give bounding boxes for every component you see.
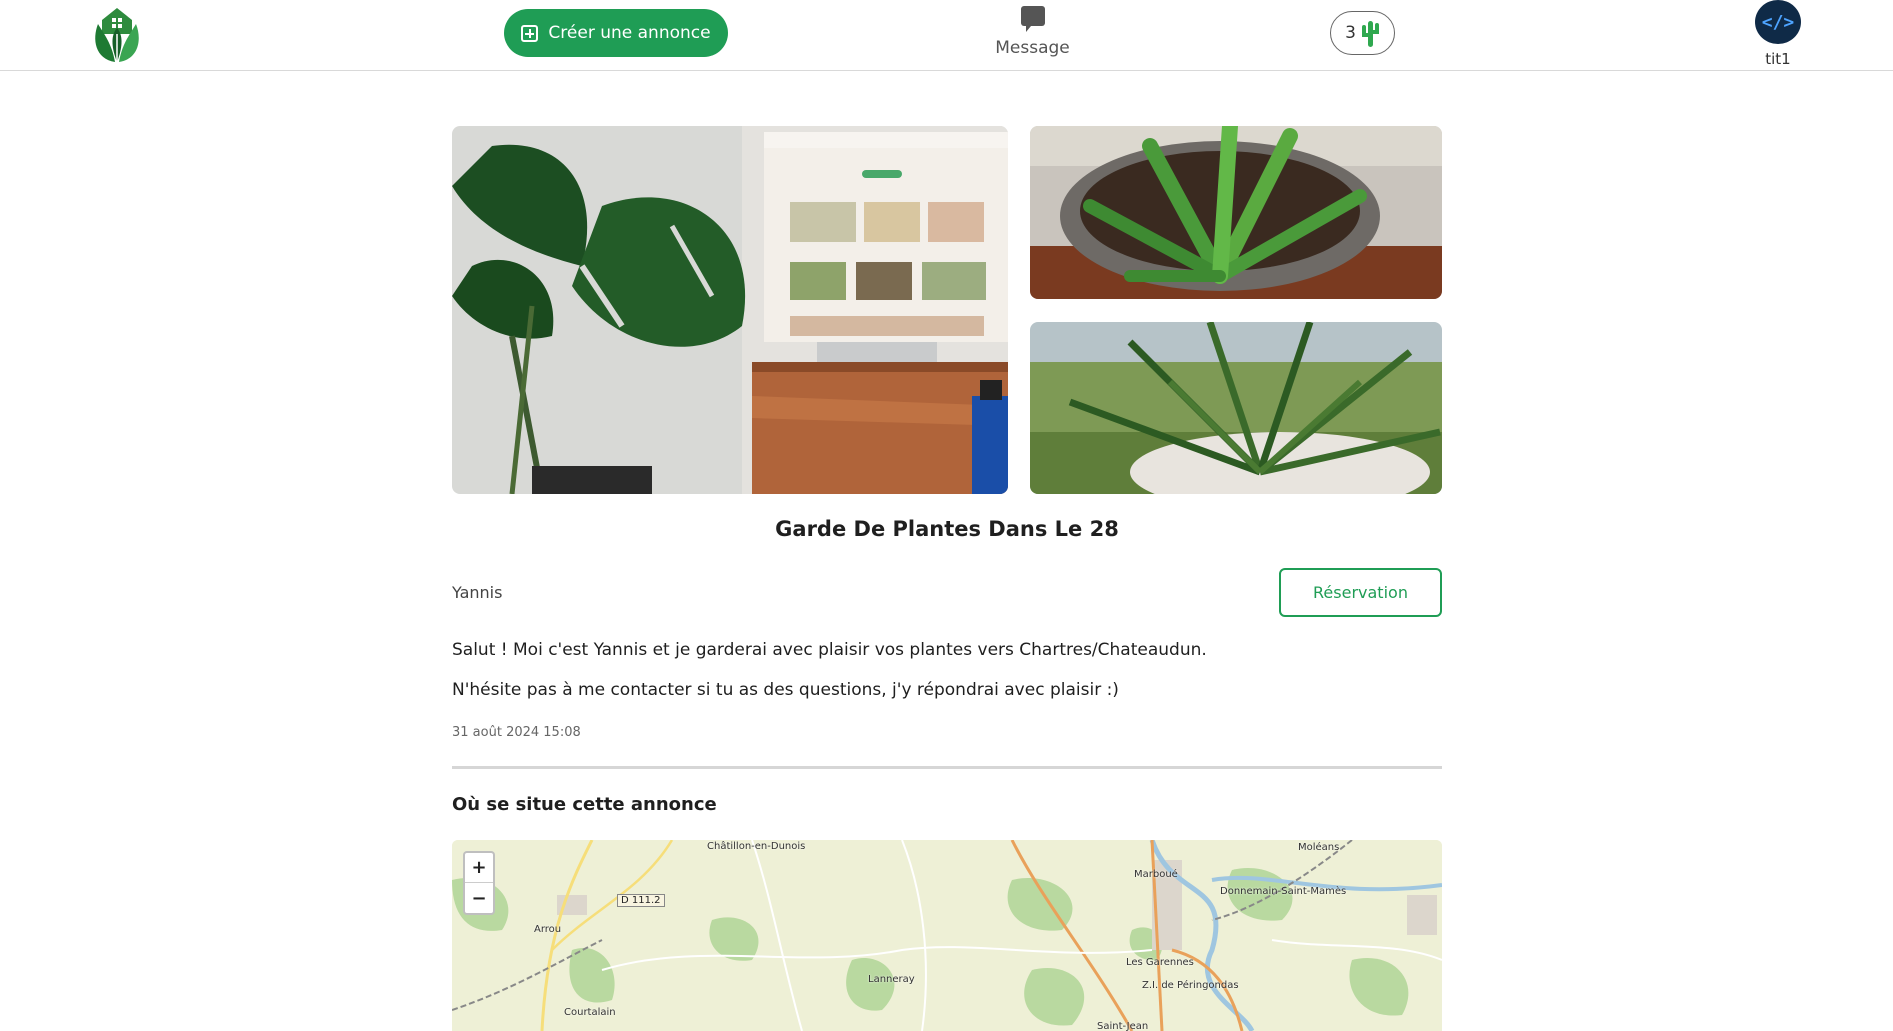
top-navbar: Créer une annonce Message 3 </> tit1 <box>0 0 1893 71</box>
leaf-house-logo[interactable] <box>90 4 144 64</box>
map-place-label: Châtillon-en-Dunois <box>707 841 806 852</box>
messages-link[interactable]: Message <box>985 4 1080 64</box>
listing-description-line: N'hésite pas à me contacter si tu as des… <box>452 680 1119 700</box>
reservation-button[interactable]: Réservation <box>1279 568 1442 617</box>
location-section-title: Où se situe cette annonce <box>452 794 717 815</box>
create-listing-button[interactable]: Créer une annonce <box>504 9 728 57</box>
map-place-label: Donnemain-Saint-Mamès <box>1220 886 1347 897</box>
map-place-label: Arrou <box>534 924 562 935</box>
map-place-label: Les Garennes <box>1126 957 1194 968</box>
location-map[interactable]: Châtillon-en-Dunois D 111.2 Arrou Courta… <box>452 840 1442 1031</box>
create-listing-label: Créer une annonce <box>548 23 711 43</box>
zoom-in-button[interactable]: + <box>465 853 493 883</box>
avatar: </> <box>1755 0 1801 44</box>
points-count: 3 <box>1345 23 1356 43</box>
points-badge[interactable]: 3 <box>1330 11 1395 55</box>
map-place-label: Z.I. de Péringondas <box>1142 980 1239 991</box>
messages-label: Message <box>995 38 1070 58</box>
listing-author[interactable]: Yannis <box>452 583 502 602</box>
map-place-label: Saint-Jean <box>1097 1021 1149 1031</box>
map-place-label: Marboué <box>1134 869 1178 880</box>
listing-title: Garde De Plantes Dans Le 28 <box>775 517 1119 541</box>
map-tiles <box>452 840 1442 1031</box>
listing-description-line: Salut ! Moi c'est Yannis et je garderai … <box>452 640 1207 660</box>
map-place-label: Courtalain <box>564 1007 616 1018</box>
chat-bubble-icon <box>1020 6 1045 32</box>
zoom-out-button[interactable]: − <box>465 883 493 913</box>
add-square-icon <box>521 24 539 42</box>
map-place-label: Moléans <box>1298 842 1340 853</box>
listing-photo-main[interactable] <box>452 126 1008 494</box>
listing-photo-spider-plant[interactable] <box>1030 322 1442 494</box>
listing-photo-aloe[interactable] <box>1030 126 1442 299</box>
map-place-label: Lanneray <box>868 974 915 985</box>
user-menu[interactable]: </> tit1 <box>1750 0 1806 70</box>
cactus-icon <box>1361 21 1379 47</box>
username: tit1 <box>1765 50 1791 68</box>
map-zoom-control: + − <box>463 851 495 915</box>
section-divider <box>452 766 1442 769</box>
listing-date: 31 août 2024 15:08 <box>452 725 581 740</box>
map-road-badge: D 111.2 <box>617 894 665 907</box>
